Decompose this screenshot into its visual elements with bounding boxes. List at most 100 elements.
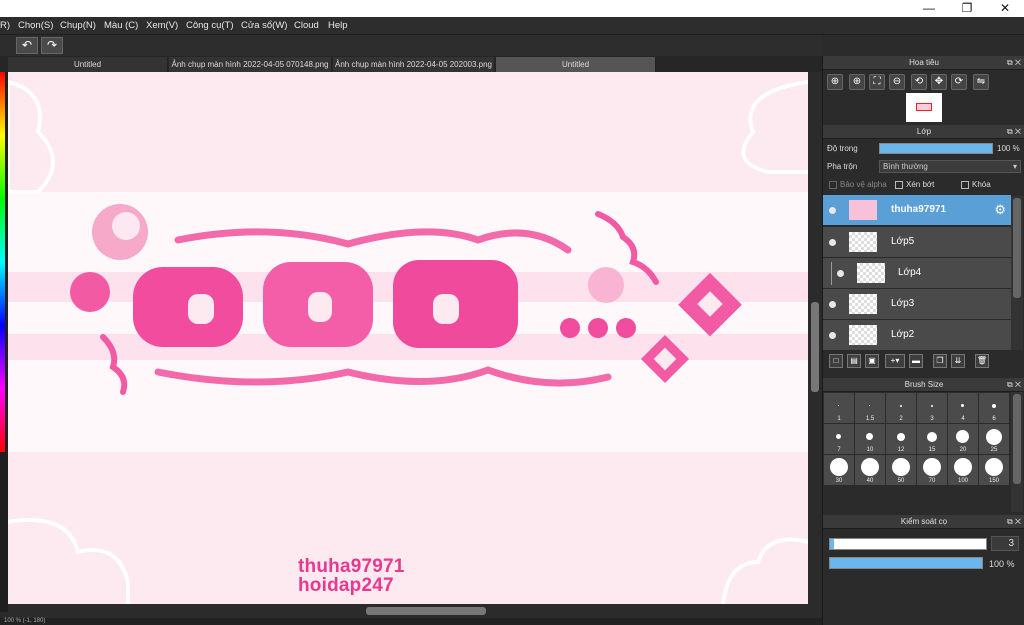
scrollbar-thumb[interactable] [811,302,819,392]
scrollbar-thumb[interactable] [1013,394,1021,484]
panel-detach-close-icon[interactable]: ⧉ ✕ [1007,56,1021,70]
tab-screenshot-1[interactable]: Ảnh chụp màn hình 2022-04-05 070148.png [169,57,332,72]
status-bar: 100 % (-1, 180) [0,618,822,625]
undo-button[interactable]: ↶ [16,37,38,54]
brush-size-cell[interactable]: 50 [886,455,916,485]
protect-alpha-checkbox[interactable] [829,181,837,189]
brush-size-cell[interactable]: 20 [948,424,978,454]
menu-item-window[interactable]: Cửa sổ(W) [241,17,287,35]
layer-row-thuha97971[interactable]: thuha97971 ⚙ [823,195,1011,226]
brush-size-cell[interactable]: 2 [886,393,916,423]
tab-untitled-1[interactable]: Untitled [8,57,168,72]
new-8bit-layer-icon[interactable]: ▣ [865,354,879,368]
merge-layer-icon[interactable]: ⇊ [951,354,965,368]
brush-size-cell[interactable]: 25 [979,424,1009,454]
scrollbar-thumb[interactable] [1013,198,1021,298]
blend-mode-select[interactable]: Bình thường ▾ [879,160,1021,173]
minimize-button[interactable]: — [910,0,948,17]
brush-size-cell[interactable]: 7 [824,424,854,454]
fit-window-icon[interactable]: ✥ [931,74,947,90]
panel-detach-close-icon[interactable]: ⧉ ✕ [1007,515,1021,529]
menu-item-help[interactable]: Help [328,17,348,35]
visibility-eye-icon[interactable] [829,301,836,308]
scrollbar-thumb[interactable] [366,607,486,615]
layer-thumbnail [849,294,877,314]
lock-checkbox[interactable] [961,181,969,189]
brush-size-cell[interactable]: 100 [948,455,978,485]
zoom-out-icon[interactable]: ⊖ [889,74,905,90]
visibility-eye-icon[interactable] [829,239,836,246]
clipping-label: Xén bớt [906,180,935,189]
panel-detach-close-icon[interactable]: ⧉ ✕ [1007,378,1021,392]
brush-size-scrollbar[interactable] [1011,392,1023,512]
layer-row-lop5[interactable]: Lớp5 [823,227,1011,258]
brush-size-cell[interactable]: 6 [979,393,1009,423]
brush-size-cell[interactable]: 4 [948,393,978,423]
close-button[interactable]: ✕ [986,0,1024,17]
delete-layer-icon[interactable]: 🗑 [975,354,989,368]
zoom-in-alt-icon[interactable]: ⊕ [849,74,865,90]
brush-size-cell[interactable]: 150 [979,455,1009,485]
menu-item-tools[interactable]: Công cụ(T) [186,17,234,35]
menu-bar: R) Chọn(S) Chụp(N) Màu (C) Xem(V) Công c… [0,17,1024,35]
drawing-canvas[interactable]: thuha97971 hoidap247 [8,72,808,604]
duplicate-layer-icon[interactable]: ❐ [933,354,947,368]
new-halftone-layer-icon[interactable]: ▤ [847,354,861,368]
canvas-horizontal-scrollbar[interactable] [8,604,808,618]
brush-size-cell[interactable]: 40 [855,455,885,485]
restore-button[interactable]: ❐ [948,0,986,17]
brush-size-label: 15 [928,447,936,453]
layer-row-lop4[interactable]: Lớp4 [823,258,1011,289]
menu-item-capture[interactable]: Chụp(N) [60,17,96,35]
brush-size-label: 10 [866,447,874,453]
rotate-right-icon[interactable]: ⟳ [951,74,967,90]
visibility-eye-icon[interactable] [829,332,836,339]
layer-name: Lớp2 [891,329,915,340]
brush-dot [830,458,848,476]
menu-item-cloud[interactable]: Cloud [294,17,319,35]
letter-hole [188,294,214,324]
brush-size-cell[interactable]: 30 [824,455,854,485]
canvas-vertical-scrollbar[interactable] [808,72,822,604]
brush-size-slider[interactable] [829,538,987,550]
tab-screenshot-2[interactable]: Ảnh chụp màn hình 2022-04-05 202003.png [333,57,495,72]
new-folder-icon[interactable]: ▬ [909,354,923,368]
menu-item-color[interactable]: Màu (C) [104,17,138,35]
brush-size-cell[interactable]: 10 [855,424,885,454]
flip-icon[interactable]: ⇋ [973,74,989,90]
navigator-viewport[interactable] [916,103,932,111]
zoom-in-icon[interactable]: ⊕ [827,74,843,90]
add-layer-menu-icon[interactable]: +▾ [885,354,905,368]
layer-opacity-slider[interactable] [879,143,993,154]
brush-size-label: 25 [990,447,998,453]
visibility-eye-icon[interactable] [829,207,836,214]
clipping-checkbox[interactable] [895,181,903,189]
panel-detach-close-icon[interactable]: ⧉ ✕ [1007,125,1021,139]
menu-item-layer[interactable]: R) [0,17,10,35]
menu-item-view[interactable]: Xem(V) [146,17,178,35]
brush-opacity-slider[interactable] [829,557,983,569]
menu-item-select[interactable]: Chọn(S) [18,17,53,35]
brush-size-cell[interactable]: 1.5 [855,393,885,423]
visibility-eye-icon[interactable] [837,270,844,277]
layer-list-scrollbar[interactable] [1011,196,1023,350]
redo-button[interactable]: ↷ [41,37,63,54]
brush-dot [954,458,972,476]
brush-size-input[interactable]: 3 [991,536,1019,551]
brush-size-cell[interactable]: 12 [886,424,916,454]
layer-row-lop2[interactable]: Lớp2 [823,320,1011,351]
brush-size-cell[interactable]: 3 [917,393,947,423]
tab-untitled-2[interactable]: Untitled [496,57,656,72]
bubble-decoration [588,267,624,303]
rotate-left-icon[interactable]: ⟲ [911,74,927,90]
layer-row-lop3[interactable]: Lớp3 [823,289,1011,320]
brush-size-cell[interactable]: 1 [824,393,854,423]
navigator-preview[interactable] [906,93,942,122]
brush-size-cell[interactable]: 15 [917,424,947,454]
brush-dot [838,405,839,406]
new-layer-icon[interactable]: □ [829,354,843,368]
brush-size-cell[interactable]: 70 [917,455,947,485]
hue-slider[interactable] [0,72,5,452]
layer-settings-gear-icon[interactable]: ⚙ [994,202,1006,218]
fit-canvas-icon[interactable]: ⛶ [869,74,885,90]
